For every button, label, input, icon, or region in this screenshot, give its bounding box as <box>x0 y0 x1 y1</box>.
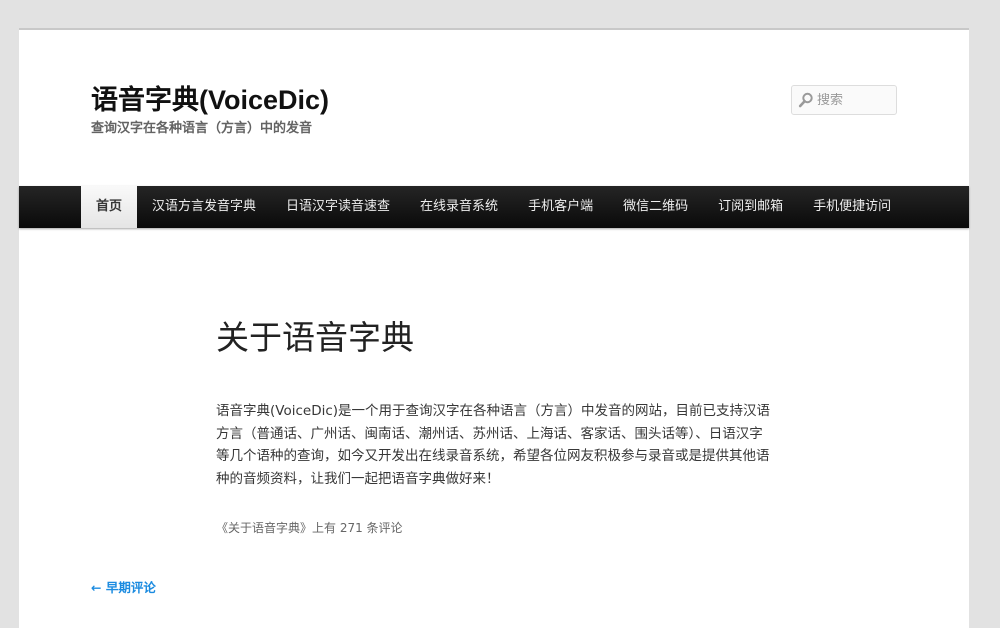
nav-item-online-recording[interactable]: 在线录音系统 <box>405 186 513 228</box>
article-body: 语音字典(VoiceDic)是一个用于查询汉字在各种语言（方言）中发音的网站，目… <box>216 403 771 487</box>
comments-count-heading: 《关于语音字典》上有 271 条评论 <box>216 521 403 535</box>
nav-item-mobile-client[interactable]: 手机客户端 <box>513 186 608 228</box>
site-title[interactable]: 语音字典(VoiceDic) <box>91 84 329 116</box>
nav-item-chinese-dialect-dictionary[interactable]: 汉语方言发音字典 <box>137 186 271 228</box>
page-title: 关于语音字典 <box>216 318 414 357</box>
nav-item-email-subscribe[interactable]: 订阅到邮箱 <box>703 186 798 228</box>
page-container: 语音字典(VoiceDic) 查询汉字在各种语言（方言）中的发音 首页 汉语方言… <box>19 28 969 628</box>
search-icon <box>798 92 814 108</box>
site-description: 查询汉字在各种语言（方言）中的发音 <box>91 121 313 136</box>
search-form[interactable] <box>791 85 897 115</box>
older-comments-link[interactable]: ← 早期评论 <box>91 577 156 596</box>
search-input[interactable] <box>817 92 893 108</box>
nav-item-mobile-access[interactable]: 手机便捷访问 <box>798 186 906 228</box>
nav-item-japanese-kanji-lookup[interactable]: 日语汉字读音速查 <box>271 186 405 228</box>
main-navigation: 首页 汉语方言发音字典 日语汉字读音速查 在线录音系统 手机客户端 微信二维码 … <box>19 186 969 228</box>
nav-item-home[interactable]: 首页 <box>81 186 138 228</box>
nav-item-wechat-qrcode[interactable]: 微信二维码 <box>608 186 703 228</box>
